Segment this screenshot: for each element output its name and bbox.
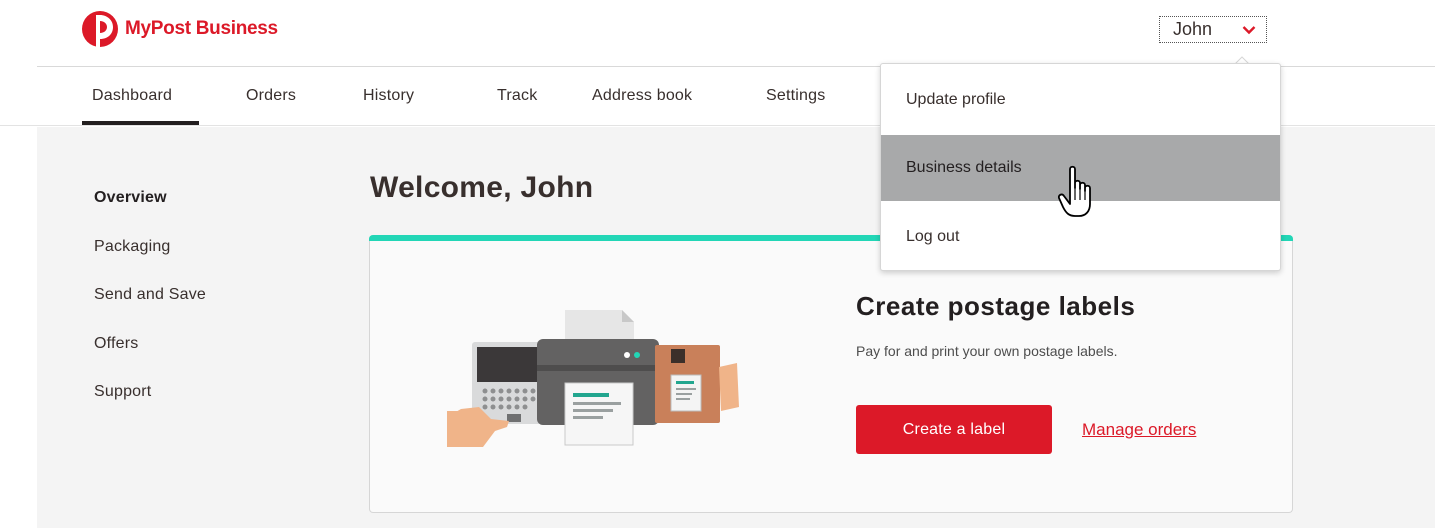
create-labels-card: Create postage labels Pay for and print … xyxy=(369,235,1293,513)
page-title: Welcome, John xyxy=(370,171,594,204)
brand-logo[interactable]: MyPost Business xyxy=(82,11,278,47)
card-title: Create postage labels xyxy=(856,291,1136,321)
menu-item-update-profile[interactable]: Update profile xyxy=(881,67,1280,133)
card-subtitle: Pay for and print your own postage label… xyxy=(856,343,1118,359)
sidebar-item-support[interactable]: Support xyxy=(94,383,151,401)
chevron-down-icon xyxy=(1242,25,1256,34)
top-header: MyPost Business John xyxy=(0,0,1435,66)
menu-item-label: Update profile xyxy=(906,91,1006,108)
sidebar-item-send-and-save[interactable]: Send and Save xyxy=(94,286,206,304)
nav-tab-track[interactable]: Track xyxy=(497,87,537,105)
active-tab-indicator xyxy=(82,121,199,125)
user-name: John xyxy=(1173,19,1213,39)
nav-tab-orders[interactable]: Orders xyxy=(246,87,296,105)
nav-tab-history[interactable]: History xyxy=(363,87,414,105)
nav-tab-dashboard[interactable]: Dashboard xyxy=(92,87,172,105)
nav-tab-address-book[interactable]: Address book xyxy=(592,87,692,105)
manage-orders-link[interactable]: Manage orders xyxy=(1082,420,1196,440)
sidebar-item-packaging[interactable]: Packaging xyxy=(94,238,171,256)
brand-name: MyPost Business xyxy=(125,18,278,39)
hand-pointer-cursor-icon xyxy=(1058,165,1091,217)
user-menu-toggle[interactable]: John xyxy=(1159,16,1267,43)
printer-illustration xyxy=(447,310,739,447)
menu-item-label: Business details xyxy=(906,159,1022,176)
sidebar-item-overview[interactable]: Overview xyxy=(94,189,167,207)
create-label-button[interactable]: Create a label xyxy=(856,405,1052,454)
menu-item-label: Log out xyxy=(906,228,960,245)
nav-tab-settings[interactable]: Settings xyxy=(766,87,825,105)
sidebar-item-offers[interactable]: Offers xyxy=(94,335,138,353)
mypost-logo-icon xyxy=(82,11,118,47)
